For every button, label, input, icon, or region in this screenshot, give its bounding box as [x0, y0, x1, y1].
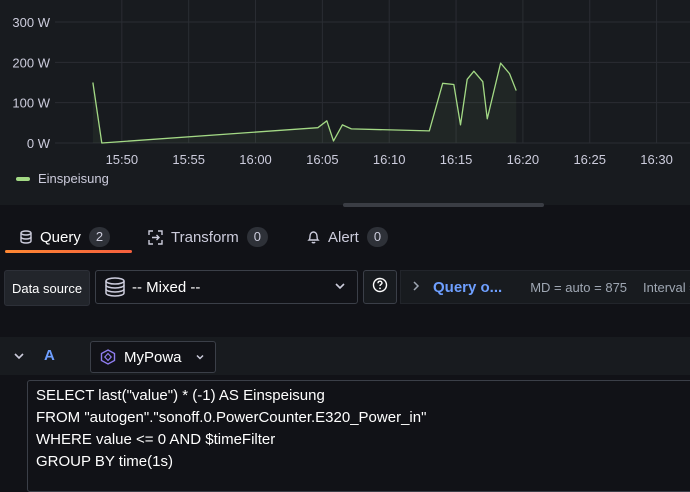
influxdb-icon: [100, 349, 116, 365]
tab-transform[interactable]: Transform 0: [148, 222, 269, 252]
transform-icon: [148, 229, 163, 245]
power-chart[interactable]: 300 W 200 W 100 W 0 W 15:50 15:55 16:00 16:05 1…: [0, 0, 690, 170]
tab-alert-count: 0: [366, 227, 389, 247]
data-source-value: -- Mixed --: [132, 278, 201, 296]
query-line-4: GROUP BY time(1s): [36, 453, 173, 470]
legend-label: Einspeisung: [38, 171, 109, 186]
x-tick-label: 16:05: [306, 152, 339, 167]
panel-resize-handle[interactable]: [343, 203, 544, 207]
max-data-points: MD = auto = 875: [530, 279, 628, 295]
tab-alert[interactable]: Alert 0: [307, 222, 389, 252]
x-tick-label: 16:10: [373, 152, 406, 167]
chevron-down-icon: [194, 351, 206, 363]
query-datasource-name: MyPowa: [124, 348, 182, 366]
x-tick-label: 16:30: [640, 152, 673, 167]
x-tick-label: 16:20: [507, 152, 540, 167]
chart-legend[interactable]: Einspeisung: [16, 171, 109, 186]
x-tick-label: 15:55: [172, 152, 205, 167]
query-row-header: A MyPowa: [0, 337, 690, 375]
y-tick-label: 200 W: [12, 55, 50, 70]
question-circle-icon: [372, 277, 388, 298]
data-source-picker[interactable]: -- Mixed --: [95, 270, 358, 304]
tab-transform-count: 0: [246, 227, 269, 247]
query-options-label: Query o...: [433, 278, 503, 296]
query-line-1: SELECT last("value") * (-1) AS Einspeisu…: [36, 387, 325, 404]
tab-alert-label: Alert: [328, 228, 359, 246]
y-tick-label: 100 W: [12, 96, 50, 111]
y-tick-label: 300 W: [12, 15, 50, 30]
data-source-label: Data source: [4, 270, 90, 306]
x-tick-label: 16:00: [239, 152, 272, 167]
query-line-3: WHERE value <= 0 AND $timeFilter: [36, 431, 276, 448]
bell-icon: [307, 230, 320, 244]
time-series-panel: 300 W 200 W 100 W 0 W 15:50 15:55 16:00 16:05 1…: [0, 0, 690, 205]
mixed-datasource-icon: [104, 277, 126, 297]
x-tick-label: 16:15: [440, 152, 473, 167]
database-icon: [20, 230, 32, 244]
legend-swatch: [16, 176, 30, 181]
raw-query-editor[interactable]: SELECT last("value") * (-1) AS Einspeisu…: [27, 380, 690, 492]
help-button[interactable]: [363, 270, 397, 304]
tab-transform-label: Transform: [171, 228, 239, 246]
chevron-right-icon: [411, 280, 421, 295]
interval-value: Interval =: [643, 279, 690, 295]
tab-query[interactable]: Query 2: [20, 222, 111, 252]
tab-query-count: 2: [88, 227, 111, 247]
query-datasource-picker[interactable]: MyPowa: [90, 341, 216, 373]
active-tab-indicator: [5, 250, 132, 253]
query-options-toggle[interactable]: Query o... MD = auto = 875 Interval =: [400, 270, 690, 304]
tab-query-label: Query: [40, 228, 81, 246]
chevron-down-icon: [333, 279, 347, 297]
query-toolbar: Data source -- Mixed -- Query o... MD = …: [0, 270, 690, 306]
y-tick-label: 0 W: [27, 136, 51, 151]
x-tick-label: 16:25: [573, 152, 606, 167]
collapse-chevron-icon[interactable]: [13, 349, 25, 367]
query-ref-id[interactable]: A: [44, 347, 55, 364]
query-line-2: FROM "autogen"."sonoff.0.PowerCounter.E3…: [36, 409, 427, 426]
x-tick-label: 15:50: [106, 152, 139, 167]
